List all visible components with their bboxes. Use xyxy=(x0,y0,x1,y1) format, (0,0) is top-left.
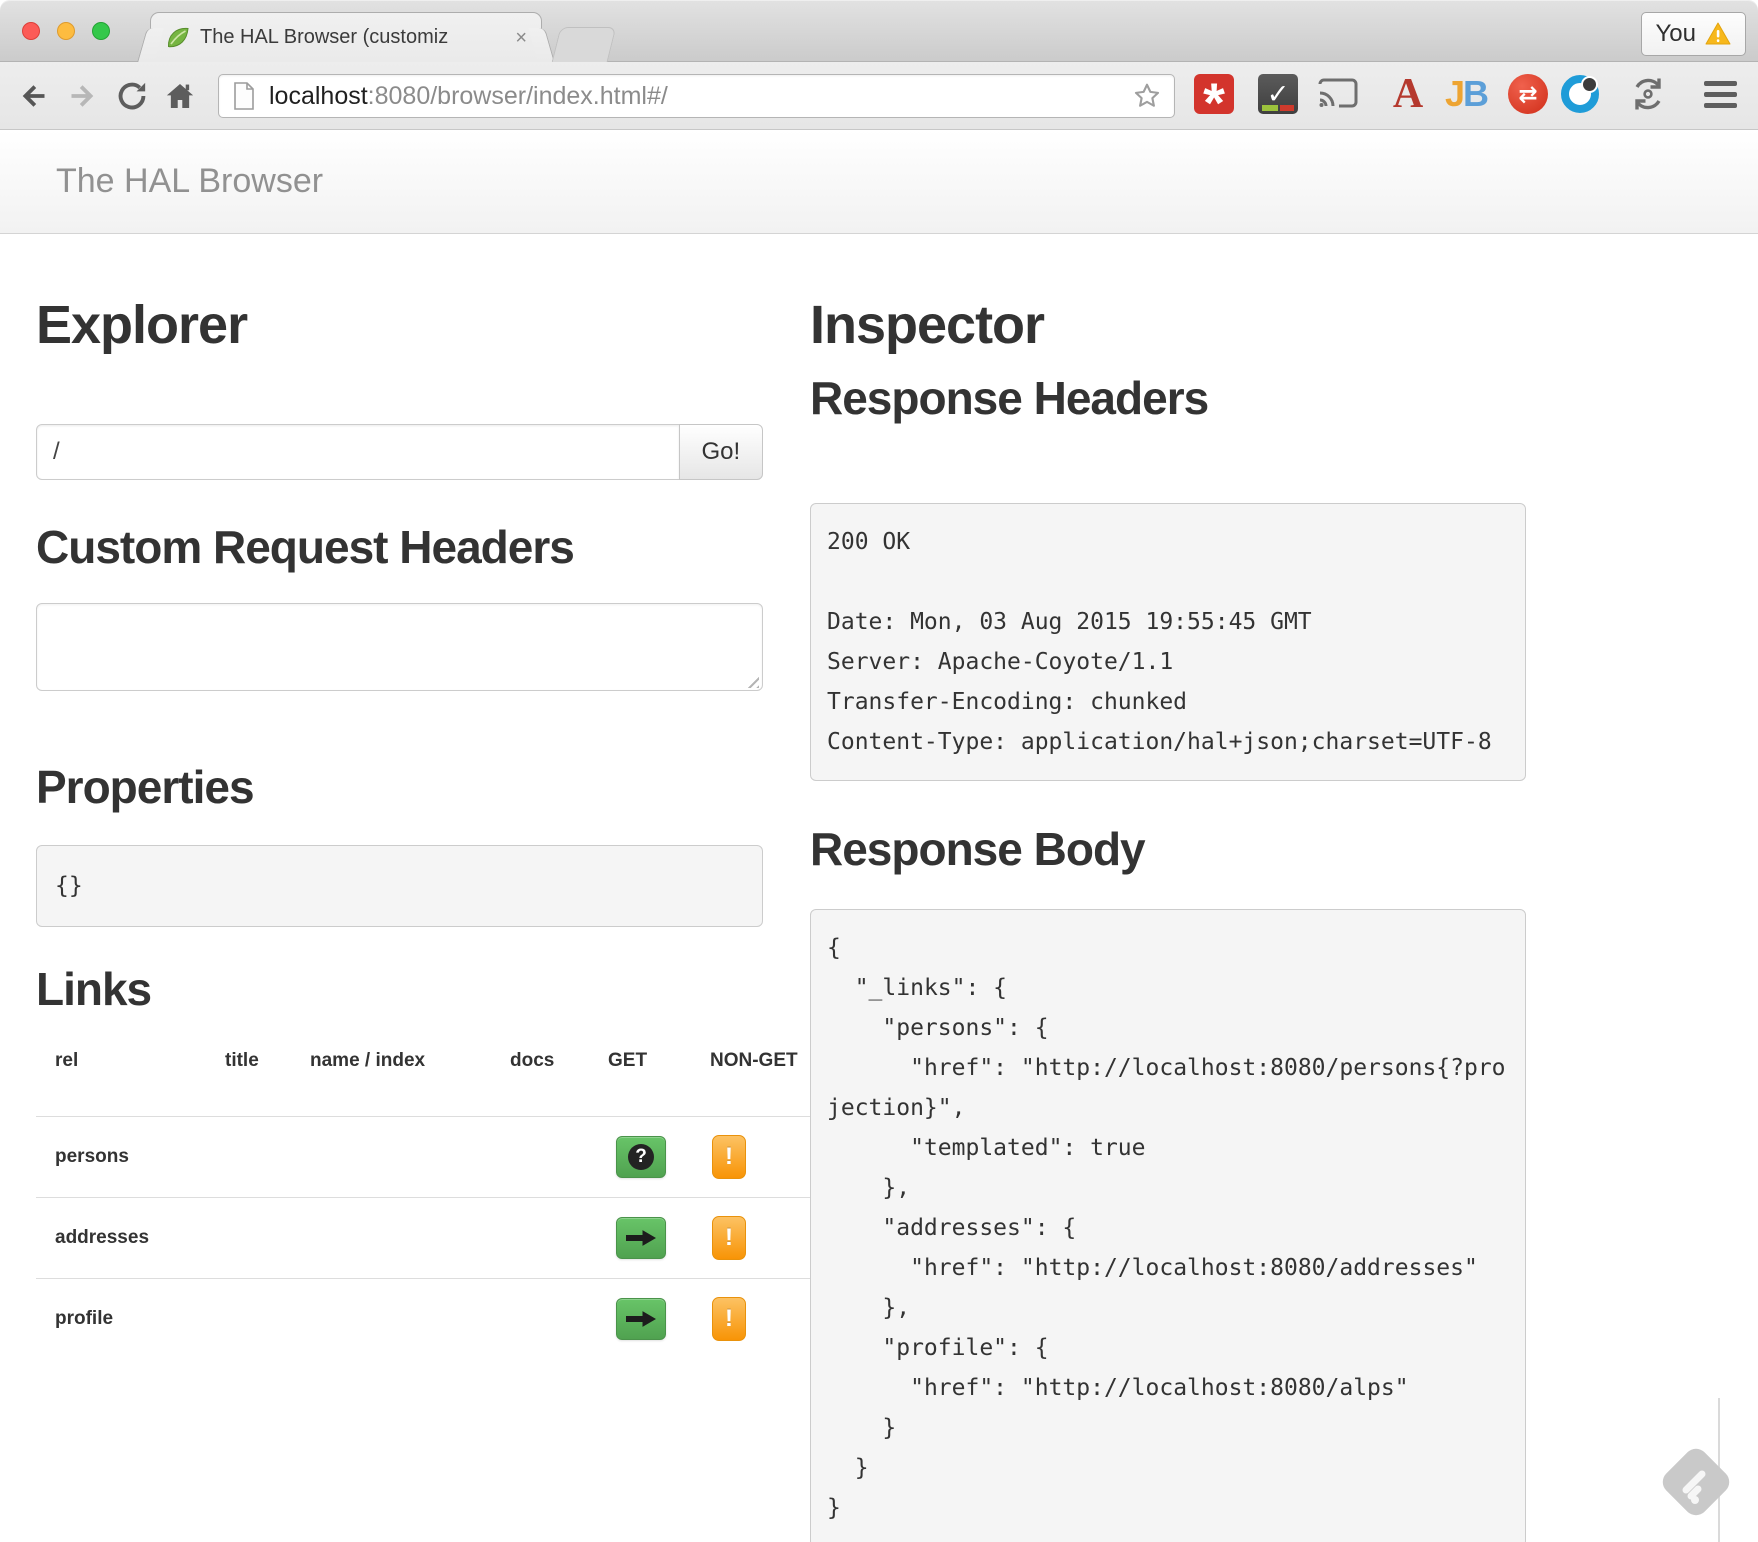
page-content: Explorer Go! Custom Request Headers Prop… xyxy=(0,234,1758,1542)
address-input-group: Go! xyxy=(36,424,763,480)
rel-label: persons xyxy=(36,1117,225,1198)
bookmark-star-icon[interactable] xyxy=(1132,81,1162,111)
arrow-right-icon xyxy=(626,1310,656,1328)
name-index-cell xyxy=(310,1117,510,1198)
cast-extension-icon[interactable] xyxy=(1316,72,1360,116)
profile-button[interactable]: You xyxy=(1641,12,1747,56)
active-tab[interactable]: The HAL Browser (customiz × xyxy=(150,12,542,62)
link-row-profile: profile ! xyxy=(36,1279,822,1360)
links-title: Links xyxy=(36,964,763,1014)
link-row-persons: persons ! xyxy=(36,1117,822,1198)
title-cell xyxy=(225,1117,310,1198)
question-icon xyxy=(628,1144,654,1170)
url-text: localhost:8080/browser/index.html#/ xyxy=(269,82,1120,111)
sync-history-icon[interactable] xyxy=(1626,72,1670,116)
non-get-button[interactable]: ! xyxy=(712,1135,746,1179)
resource-address-input[interactable] xyxy=(36,424,680,480)
links-table: rel title name / index docs GET NON-GET … xyxy=(36,1038,822,1359)
rel-label: addresses xyxy=(36,1198,225,1279)
site-navbar: The HAL Browser xyxy=(0,130,1758,234)
name-index-cell xyxy=(310,1198,510,1279)
url-path: :8080/browser/index.html#/ xyxy=(368,82,668,110)
url-host: localhost xyxy=(269,82,368,110)
minimize-window-button[interactable] xyxy=(57,22,75,40)
checker-extension-icon[interactable]: ✓ xyxy=(1256,72,1300,116)
custom-headers-textarea[interactable] xyxy=(36,603,763,691)
explorer-title: Explorer xyxy=(36,296,763,354)
links-header-row: rel title name / index docs GET NON-GET xyxy=(36,1038,822,1117)
col-non-get: NON-GET xyxy=(710,1038,822,1117)
inspector-panel: Inspector Response Headers 200 OK Date: … xyxy=(810,234,1537,1542)
new-tab-button[interactable] xyxy=(552,27,617,62)
window-controls xyxy=(22,22,110,40)
warning-icon xyxy=(1705,22,1731,46)
properties-title: Properties xyxy=(36,762,763,812)
response-body-title: Response Body xyxy=(810,824,1537,874)
properties-value: {} xyxy=(36,845,763,927)
col-name-index: name / index xyxy=(310,1038,510,1117)
reload-button[interactable] xyxy=(112,76,152,116)
non-get-button[interactable]: ! xyxy=(712,1297,746,1341)
back-button[interactable] xyxy=(14,76,54,116)
url-bar[interactable]: localhost:8080/browser/index.html#/ xyxy=(218,74,1175,118)
title-cell xyxy=(225,1279,310,1360)
inspector-title: Inspector xyxy=(810,296,1537,354)
go-button[interactable]: Go! xyxy=(679,424,763,480)
menu-icon[interactable] xyxy=(1698,72,1742,116)
response-body-block: { "_links": { "persons": { "href": "http… xyxy=(810,909,1526,1542)
col-docs: docs xyxy=(510,1038,608,1117)
refresh-red-extension-icon[interactable]: ⇄ xyxy=(1506,72,1550,116)
spring-leaf-favicon xyxy=(165,25,191,51)
rel-label: profile xyxy=(36,1279,225,1360)
tab-title: The HAL Browser (customiz xyxy=(200,26,506,49)
zoom-window-button[interactable] xyxy=(92,22,110,40)
browser-window: The HAL Browser (customiz × You xyxy=(0,0,1758,1542)
page-icon[interactable] xyxy=(231,81,257,111)
profile-label: You xyxy=(1656,20,1697,48)
browser-toolbar: localhost:8080/browser/index.html#/ * ✓ … xyxy=(0,62,1758,130)
title-cell xyxy=(225,1198,310,1279)
get-templated-button[interactable] xyxy=(616,1136,666,1178)
close-window-button[interactable] xyxy=(22,22,40,40)
non-get-button[interactable]: ! xyxy=(712,1216,746,1260)
home-button[interactable] xyxy=(160,76,200,116)
tab-close-icon[interactable]: × xyxy=(515,28,527,48)
explorer-panel: Explorer Go! Custom Request Headers Prop… xyxy=(36,234,763,1542)
response-headers-block: 200 OK Date: Mon, 03 Aug 2015 19:55:45 G… xyxy=(810,503,1526,781)
col-get: GET xyxy=(608,1038,710,1117)
link-row-addresses: addresses ! xyxy=(36,1198,822,1279)
forward-button[interactable] xyxy=(62,76,102,116)
docs-cell xyxy=(510,1117,608,1198)
feedly-mini-icon[interactable] xyxy=(1656,1442,1736,1522)
get-button[interactable] xyxy=(616,1298,666,1340)
get-button[interactable] xyxy=(616,1217,666,1259)
custom-headers-title: Custom Request Headers xyxy=(36,522,763,572)
tab-strip: The HAL Browser (customiz × You xyxy=(0,0,1758,62)
docs-cell xyxy=(510,1198,608,1279)
custom-headers-wrap xyxy=(36,603,763,696)
docs-cell xyxy=(510,1279,608,1360)
lastpass-extension-icon[interactable]: * xyxy=(1192,72,1236,116)
brand-title: The HAL Browser xyxy=(0,162,323,201)
name-index-cell xyxy=(310,1279,510,1360)
blue-circle-extension-icon[interactable] xyxy=(1558,72,1602,116)
col-rel: rel xyxy=(36,1038,225,1117)
arrow-right-icon xyxy=(626,1229,656,1247)
jetbrains-extension-icon[interactable]: JB xyxy=(1444,72,1488,116)
response-headers-title: Response Headers xyxy=(810,373,1537,423)
red-a-extension-icon[interactable]: A xyxy=(1386,72,1430,116)
col-title: title xyxy=(225,1038,310,1117)
